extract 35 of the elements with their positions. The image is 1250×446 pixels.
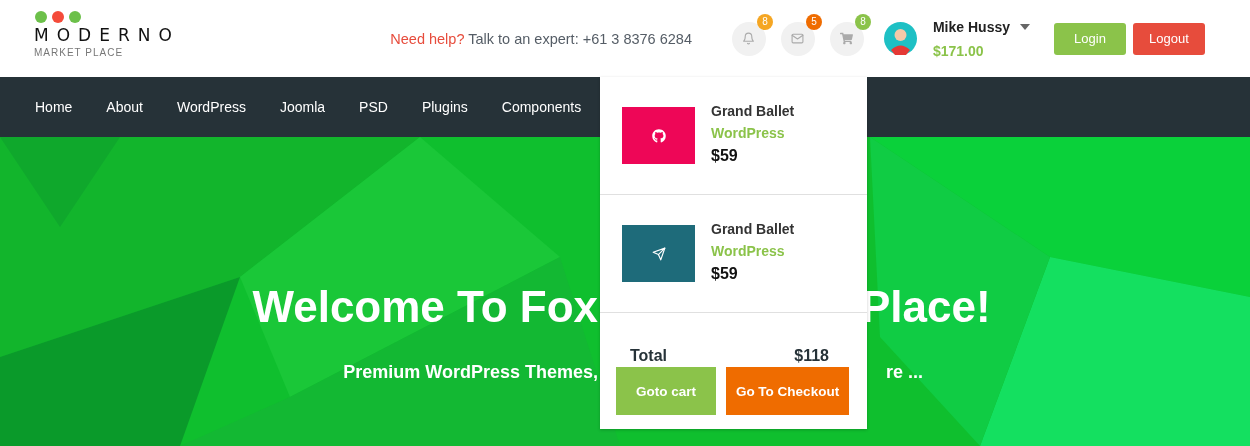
user-balance: $171.00 [932,42,985,59]
cart-icon [840,32,854,45]
nav-link[interactable]: PSD [359,99,388,115]
total-amount: $118 [794,347,829,365]
logo-dots-icon [35,11,81,23]
nav-link[interactable]: Home [35,99,73,115]
count-badge: 8 [854,13,871,30]
github-icon [651,128,666,143]
hero-title: Welcome To Fox [252,282,598,332]
logo-tagline: MARKET PLACE [34,47,125,58]
mail-icon [791,32,805,45]
caret-icon[interactable] [1020,23,1030,30]
count-badge: 8 [756,13,773,30]
product-price: $59 [711,147,739,165]
avatar-icon [883,22,917,55]
logo-name: MODERNO [34,25,180,45]
nav-link[interactable]: Joomla [279,99,326,115]
hero-subtitle: re ... [886,362,924,383]
nav-link[interactable]: WordPress [176,99,246,115]
logout-button[interactable]: Logout [1133,22,1205,55]
product-price: $59 [711,265,739,283]
user-name: Mike Hussy [932,18,1010,35]
hero-subtitle: Premium WordPress Themes, [343,362,598,383]
bell-icon [742,32,756,45]
total-label: Total [630,347,668,365]
product-name: Grand Ballet [711,221,795,237]
nav-link[interactable]: About [106,99,143,115]
count-badge: 5 [805,13,822,30]
nav-link[interactable]: Plugins [421,99,468,115]
product-category: WordPress [711,125,786,141]
send-icon [651,246,666,261]
product-name: Grand Ballet [711,103,795,119]
nav-link[interactable]: Components [501,99,582,115]
help-text: Need help? Talk to an expert: +61 3 8376 6284 [390,30,692,47]
product-category: WordPress [711,243,786,259]
